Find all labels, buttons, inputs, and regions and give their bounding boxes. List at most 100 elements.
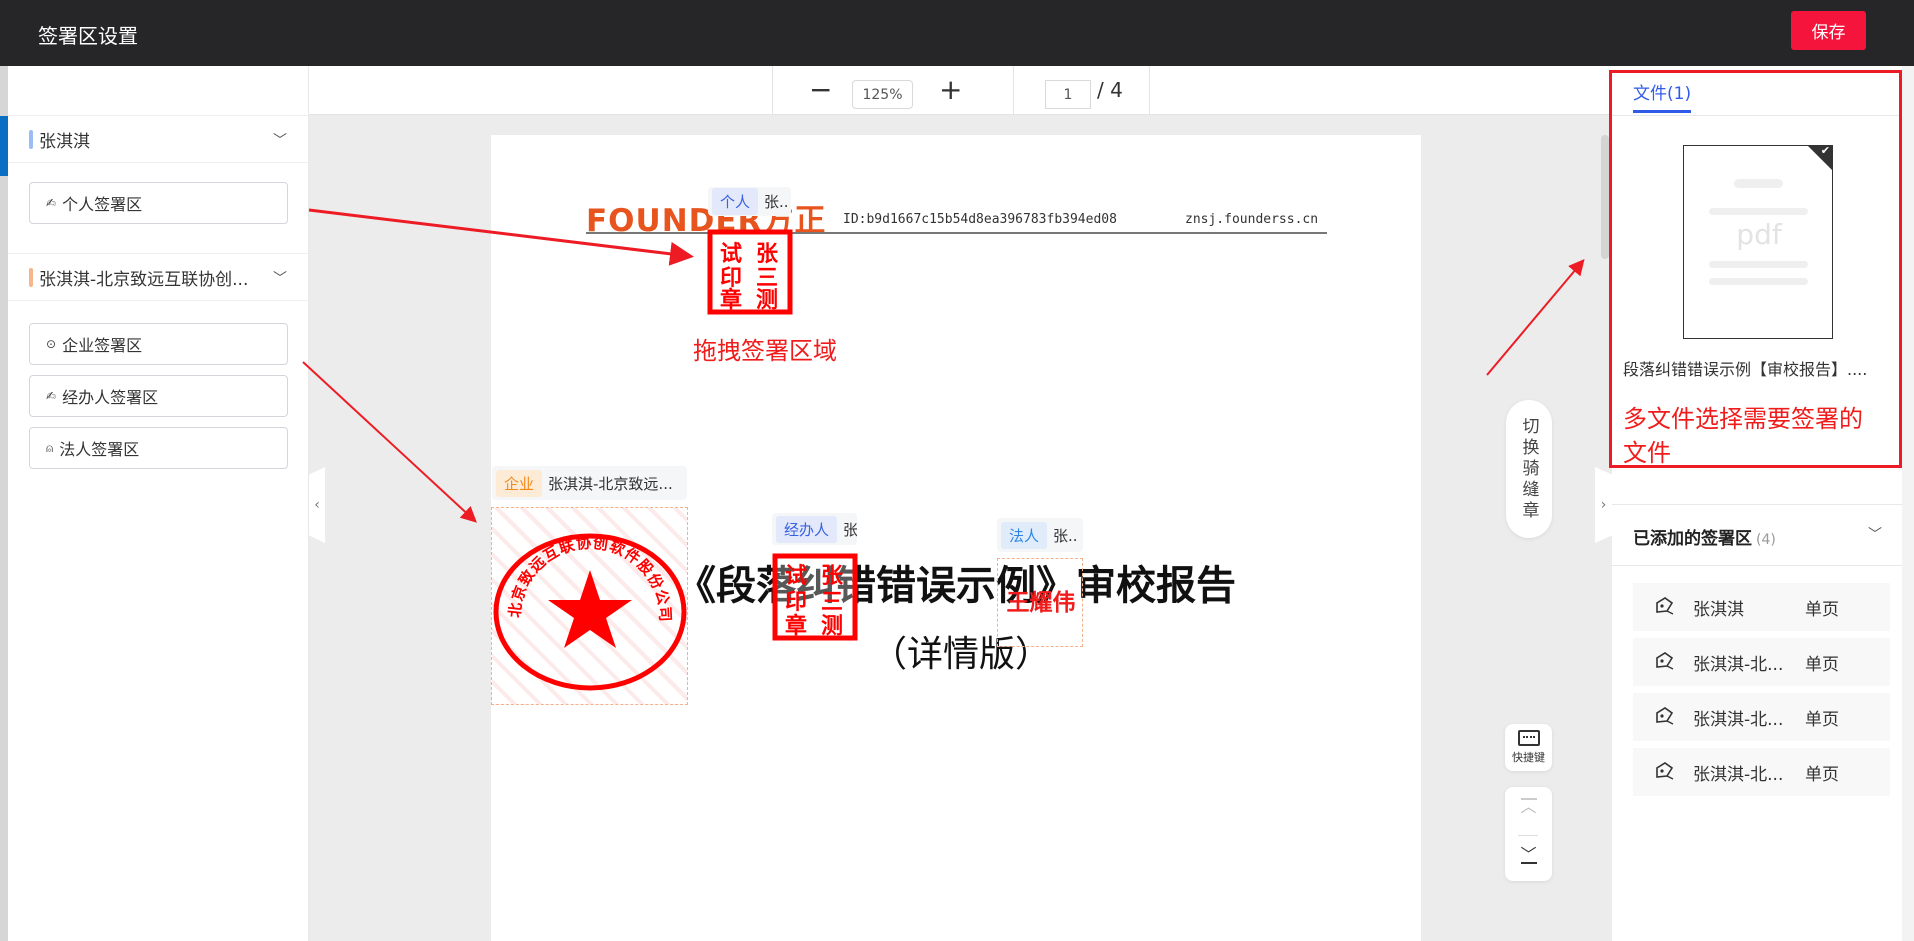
arrow-to-enterprise-zone bbox=[302, 361, 477, 523]
signer-name: 张淇淇-北京致远互联协创... bbox=[39, 269, 249, 290]
keyboard-icon bbox=[1517, 730, 1540, 746]
signer-color-bar bbox=[29, 129, 33, 149]
zoom-out-button[interactable]: − bbox=[809, 72, 832, 108]
file-name[interactable]: 段落纠错错误示例【审校报告】.... bbox=[1623, 356, 1895, 380]
svg-text:章: 章 bbox=[720, 287, 742, 313]
page-number-input[interactable]: 1 bbox=[1045, 80, 1091, 109]
pdf-thumbnail[interactable]: ✔ pdf bbox=[1683, 145, 1833, 339]
svg-text:测: 测 bbox=[756, 288, 778, 313]
added-zone-scope: 单页 bbox=[1805, 654, 1839, 675]
seam-seal-label: 切换骑缝章 bbox=[1518, 416, 1539, 522]
zoom-in-button[interactable]: + bbox=[939, 72, 962, 108]
pen-sign-icon: ✍ bbox=[46, 389, 57, 403]
signer-group-header[interactable]: 张淇淇 ﹀ bbox=[8, 115, 309, 163]
left-edge-strip bbox=[0, 66, 8, 941]
legal-signature-stamp: 王耀伟 bbox=[1006, 589, 1076, 616]
arrow-to-file-panel bbox=[1486, 258, 1585, 376]
added-zone-item[interactable]: 张淇淇 单页 bbox=[1633, 583, 1890, 631]
zone-label: 法人签署区 bbox=[59, 440, 140, 459]
drag-annotation: 拖拽签署区域 bbox=[693, 337, 837, 365]
signer-color-bar bbox=[29, 267, 33, 287]
enterprise-sign-zone-button[interactable]: ⊙ 企业签署区 bbox=[29, 323, 288, 365]
pen-sign-icon: ✍ bbox=[46, 196, 57, 210]
tab-underline bbox=[1633, 110, 1691, 113]
chevron-right-icon: › bbox=[1600, 497, 1607, 513]
added-zone-signer: 张淇淇 bbox=[1693, 599, 1744, 620]
field-type-badge: 经办人 bbox=[776, 515, 838, 543]
signer-sidebar: 张淇淇 ﹀ ✍ 个人签署区 张淇淇-北京致远互联协创... ﹀ ⊙ 企业签署区 … bbox=[8, 66, 309, 941]
svg-text:三: 三 bbox=[821, 590, 843, 615]
shortcut-button[interactable]: 快捷键 bbox=[1505, 724, 1552, 771]
document-scrollbar[interactable] bbox=[1601, 135, 1609, 259]
zone-label: 经办人签署区 bbox=[62, 388, 159, 407]
top-bar: 签署区设置 保存 bbox=[0, 0, 1914, 66]
legal-seal-zone[interactable]: 王耀伟 bbox=[997, 558, 1083, 647]
personal-field-tag[interactable]: 个人 张.. bbox=[708, 187, 791, 216]
added-zones-header[interactable]: 已添加的签署区 (4) bbox=[1633, 524, 1776, 549]
chevron-down-icon[interactable]: ﹀ bbox=[1868, 524, 1882, 544]
legal-field-tag[interactable]: 法人 张.. bbox=[997, 518, 1083, 552]
svg-text:印: 印 bbox=[785, 590, 807, 615]
added-zones-count: (4) bbox=[1756, 532, 1776, 548]
svg-text:章: 章 bbox=[785, 613, 807, 639]
page-title: 签署区设置 bbox=[38, 24, 138, 48]
enterprise-field-tag[interactable]: 企业 张淇淇-北京致远... bbox=[492, 466, 687, 500]
svg-text:试: 试 bbox=[785, 564, 807, 589]
document-id: ID:b9d1667c15b54d8ea396783fb394ed08 bbox=[843, 212, 1117, 227]
toggle-seam-seal-button[interactable]: 切换骑缝章 bbox=[1506, 400, 1552, 538]
signer-group-header[interactable]: 张淇淇-北京致远互联协创... ﹀ bbox=[8, 253, 309, 301]
document-title: 《段落纠错错误示例》审校报告 bbox=[676, 563, 1236, 609]
zoom-input[interactable]: 125% bbox=[852, 80, 913, 109]
file-panel: 文件(1) ✔ pdf 段落纠错错误示例【审校报告】.... 多文件选择需要签署… bbox=[1612, 66, 1902, 941]
collapse-right-handle[interactable]: › bbox=[1595, 467, 1612, 543]
field-signer-name: 张.. bbox=[764, 193, 789, 211]
personal-sign-zone-button[interactable]: ✍ 个人签署区 bbox=[29, 182, 288, 224]
svg-text:测: 测 bbox=[821, 614, 843, 639]
svg-text:张: 张 bbox=[821, 564, 844, 589]
added-zone-item[interactable]: 张淇淇-北... 单页 bbox=[1633, 638, 1890, 686]
page-total: / 4 bbox=[1097, 78, 1123, 102]
legal-sign-zone-button[interactable]: ⍝ 法人签署区 bbox=[29, 427, 288, 469]
field-type-badge: 法人 bbox=[1001, 521, 1048, 549]
agent-seal-stamp[interactable]: 试 张 印 三 章 测 bbox=[772, 553, 858, 641]
added-zones-title: 已添加的签署区 bbox=[1633, 529, 1752, 549]
document-domain: znsj.founderss.cn bbox=[1185, 212, 1319, 227]
added-zone-signer: 张淇淇-北... bbox=[1693, 709, 1784, 730]
added-zone-item[interactable]: 张淇淇-北... 单页 bbox=[1633, 693, 1890, 741]
page-jump-controls: ︿ ﹀ bbox=[1505, 787, 1552, 881]
svg-text:张: 张 bbox=[756, 242, 779, 267]
viewer-toolbar: − 125% + 1 / 4 bbox=[309, 66, 1612, 115]
personal-seal-stamp[interactable]: 试 张 印 三 章 测 bbox=[707, 229, 793, 315]
field-type-badge: 企业 bbox=[496, 469, 543, 497]
collapse-left-handle[interactable]: ‹ bbox=[309, 467, 325, 543]
corporate-seal-stamp: 北京致远互联协创软件股份公司 bbox=[493, 533, 687, 691]
check-icon: ✔ bbox=[1820, 145, 1830, 157]
pen-signature-icon bbox=[1653, 759, 1679, 786]
chevron-down-icon[interactable]: ﹀ bbox=[273, 130, 287, 150]
field-signer-name: 张淇淇-北京致远... bbox=[548, 474, 673, 493]
jump-to-bottom-icon[interactable]: ﹀ bbox=[1505, 845, 1552, 864]
field-signer-name: 张.. bbox=[1053, 526, 1078, 545]
chevron-left-icon: ‹ bbox=[314, 497, 320, 513]
pen-signature-icon bbox=[1653, 704, 1679, 731]
added-zone-item[interactable]: 张淇淇-北... 单页 bbox=[1633, 748, 1890, 796]
jump-to-top-icon[interactable]: ︿ bbox=[1505, 797, 1552, 816]
zone-label: 个人签署区 bbox=[62, 195, 143, 214]
added-zone-scope: 单页 bbox=[1805, 709, 1839, 730]
document-page: FOUNDER方正 ID:b9d1667c15b54d8ea396783fb39… bbox=[491, 135, 1421, 941]
seal-circle-icon: ⊙ bbox=[46, 337, 57, 351]
field-type-badge: 个人 bbox=[712, 188, 759, 215]
pen-signature-icon bbox=[1653, 594, 1679, 621]
right-scrollbar-track[interactable] bbox=[1902, 66, 1914, 941]
tab-files[interactable]: 文件(1) bbox=[1633, 79, 1691, 104]
signer-name: 张淇淇 bbox=[39, 131, 90, 152]
shortcut-label: 快捷键 bbox=[1512, 751, 1545, 764]
chevron-down-icon[interactable]: ﹀ bbox=[273, 268, 287, 288]
multi-file-annotation: 多文件选择需要签署的文件 bbox=[1623, 405, 1863, 467]
zone-label: 企业签署区 bbox=[62, 336, 143, 355]
agent-field-tag[interactable]: 经办人 张 bbox=[772, 513, 857, 545]
enterprise-seal-zone[interactable]: 北京致远互联协创软件股份公司 bbox=[491, 507, 688, 705]
agent-sign-zone-button[interactable]: ✍ 经办人签署区 bbox=[29, 375, 288, 417]
save-button[interactable]: 保存 bbox=[1791, 11, 1866, 50]
added-zone-scope: 单页 bbox=[1805, 764, 1839, 785]
